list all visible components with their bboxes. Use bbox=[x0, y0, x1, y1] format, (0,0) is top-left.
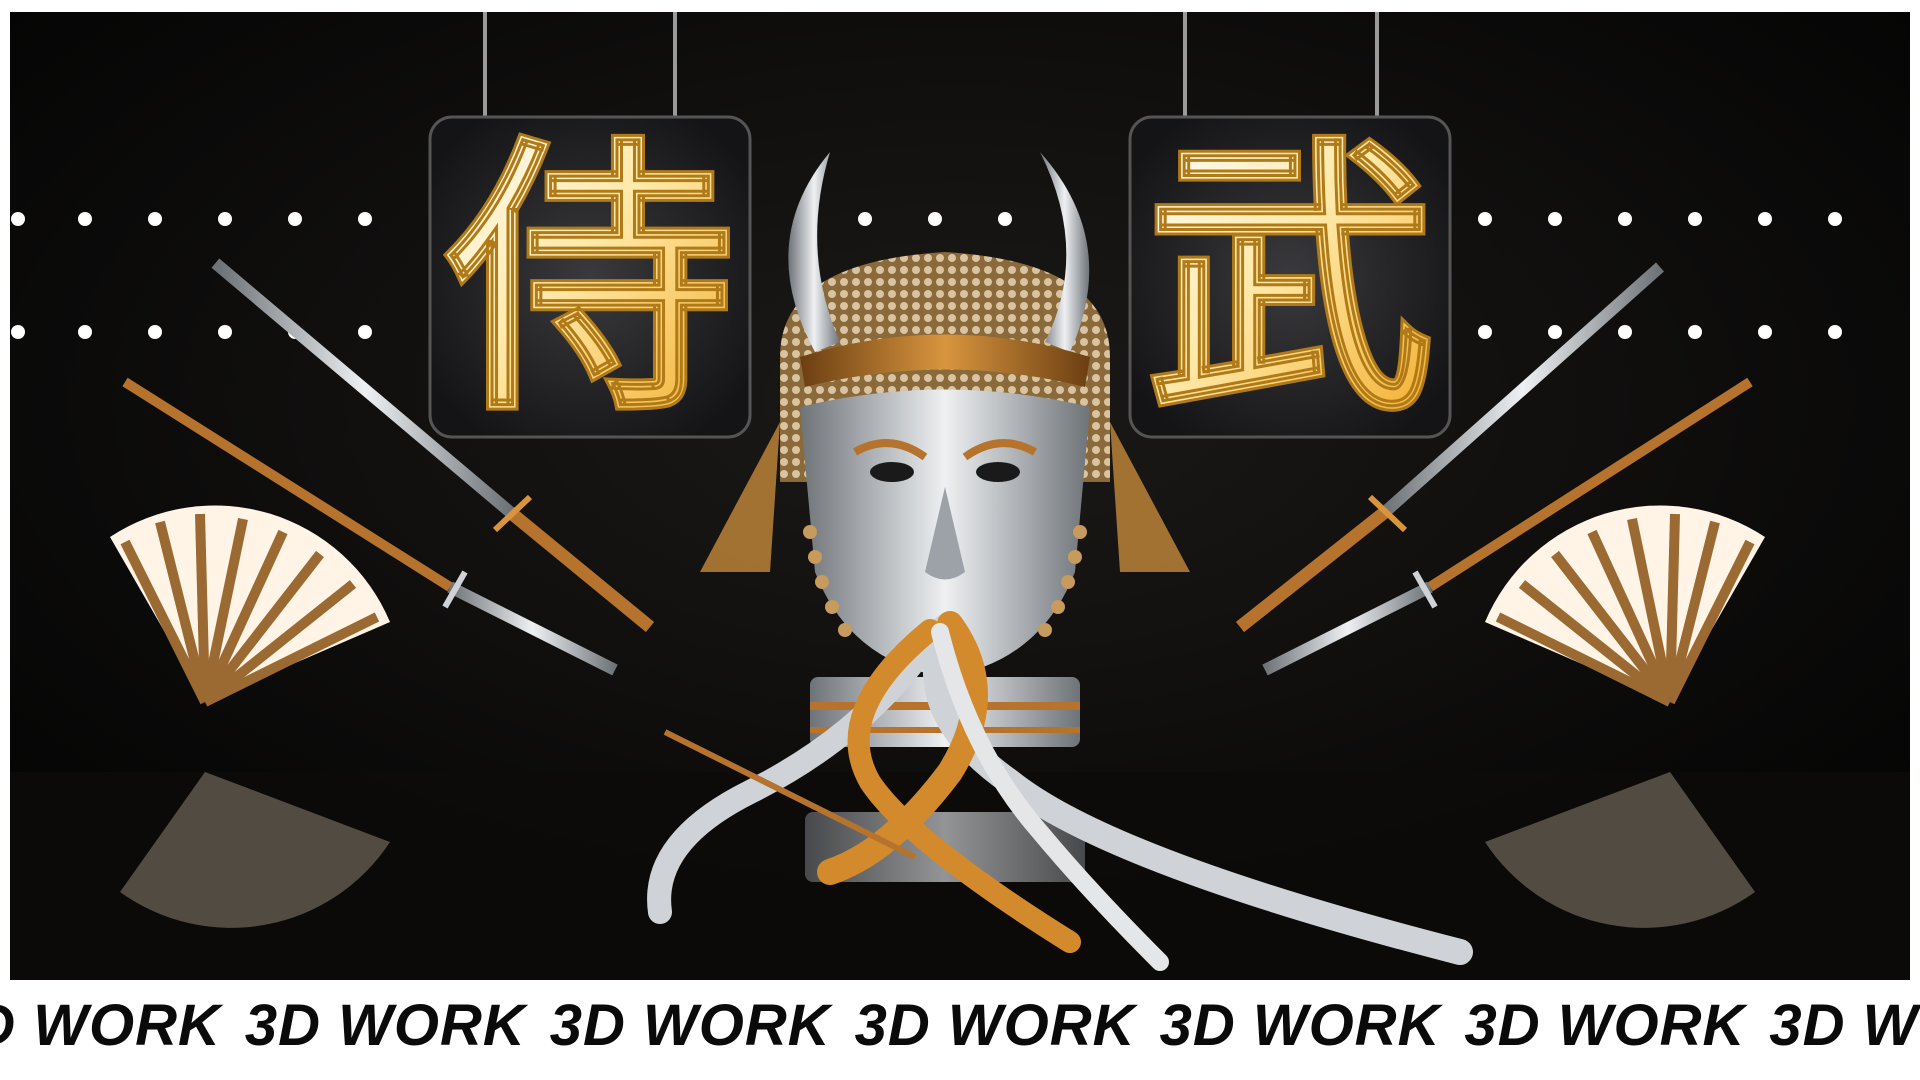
marquee-item: 3D WORK bbox=[1159, 993, 1441, 1058]
marquee-item: 3D WORK bbox=[0, 993, 221, 1058]
marquee-item: 3D WORK bbox=[854, 993, 1136, 1058]
marquee-track: 3D WORK 3D WORK 3D WORK 3D WORK 3D WORK 3D WO… bbox=[0, 992, 1920, 1059]
marquee-item: 3D WORK bbox=[1769, 993, 1920, 1058]
kanji-right: 武 bbox=[1145, 114, 1435, 451]
kanji-left: 侍 bbox=[440, 114, 735, 451]
artwork-stage: 侍 武 bbox=[10, 12, 1910, 980]
marquee-item: 3D WORK bbox=[549, 993, 831, 1058]
marquee-banner: 3D WORK 3D WORK 3D WORK 3D WORK 3D WORK 3D WO… bbox=[0, 980, 1920, 1080]
marquee-item: 3D WORK bbox=[1464, 993, 1746, 1058]
marquee-item: 3D WORK bbox=[244, 993, 526, 1058]
samurai-scene-illustration: 侍 武 bbox=[10, 12, 1910, 980]
